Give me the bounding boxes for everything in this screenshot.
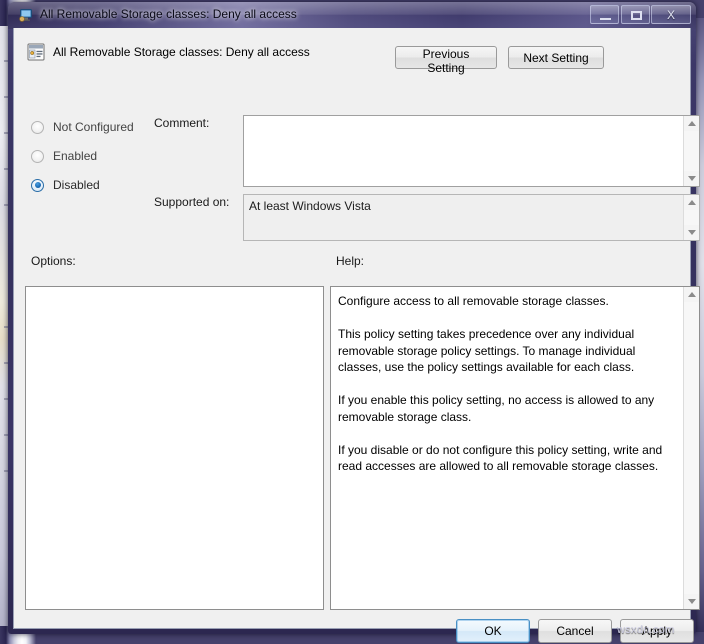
help-panel: Configure access to all removable storag… [330, 286, 700, 610]
help-text: Configure access to all removable storag… [338, 294, 663, 473]
close-icon: X [666, 7, 675, 22]
minimize-icon [591, 6, 618, 23]
help-label: Help: [336, 254, 365, 268]
ok-button[interactable]: OK [456, 619, 530, 643]
radio-disabled-mark [31, 178, 44, 192]
comment-scroll-up-icon[interactable] [684, 116, 699, 131]
radio-not-configured-mark [31, 120, 44, 134]
comment-scroll-track[interactable] [684, 131, 699, 171]
help-scrollbar[interactable] [683, 287, 699, 609]
help-scroll-track[interactable] [684, 302, 699, 594]
radio-enabled-label: Enabled [53, 149, 98, 163]
comment-scroll-down-icon[interactable] [684, 171, 699, 186]
supported-on-scroll-track[interactable] [684, 210, 699, 225]
supported-on-value: At least Windows Vista [249, 199, 371, 213]
minimize-button[interactable] [590, 5, 619, 24]
supported-on-field: At least Windows Vista [243, 194, 700, 241]
cancel-button[interactable]: Cancel [538, 619, 612, 643]
help-scroll-up-icon[interactable] [684, 287, 699, 302]
radio-disabled[interactable]: Disabled [31, 176, 100, 194]
options-label: Options: [31, 254, 76, 268]
supported-on-scroll-down-icon[interactable] [684, 225, 699, 240]
comment-input[interactable] [243, 115, 700, 187]
radio-disabled-label: Disabled [53, 178, 100, 192]
maximize-button[interactable] [621, 5, 650, 24]
group-policy-setting-icon [26, 42, 46, 62]
radio-enabled-mark [31, 149, 44, 163]
radio-not-configured-label: Not Configured [53, 120, 134, 134]
supported-on-scroll-up-icon[interactable] [684, 195, 699, 210]
next-setting-button[interactable]: Next Setting [508, 46, 604, 69]
title-bar[interactable]: All Removable Storage classes: Deny all … [8, 2, 696, 29]
help-scroll-down-icon[interactable] [684, 594, 699, 609]
radio-not-configured[interactable]: Not Configured [31, 118, 134, 136]
comment-scrollbar[interactable] [683, 116, 699, 186]
supported-on-scrollbar[interactable] [683, 195, 699, 240]
maximize-icon [622, 6, 649, 23]
computer-monitor-icon [18, 7, 34, 23]
radio-enabled[interactable]: Enabled [31, 147, 97, 165]
watermark: wsxdn.com [617, 624, 675, 636]
dialog-client-area: All Removable Storage classes: Deny all … [13, 28, 700, 643]
window-title: All Removable Storage classes: Deny all … [40, 7, 297, 21]
page-title: All Removable Storage classes: Deny all … [53, 45, 310, 59]
options-panel[interactable] [25, 286, 324, 610]
previous-setting-button[interactable]: Previous Setting [395, 46, 497, 75]
close-button[interactable]: X [651, 5, 691, 24]
comment-label: Comment: [154, 116, 210, 130]
policy-setting-dialog: All Removable Storage classes: Deny all … [8, 2, 700, 643]
supported-on-label: Supported on: [154, 195, 230, 209]
